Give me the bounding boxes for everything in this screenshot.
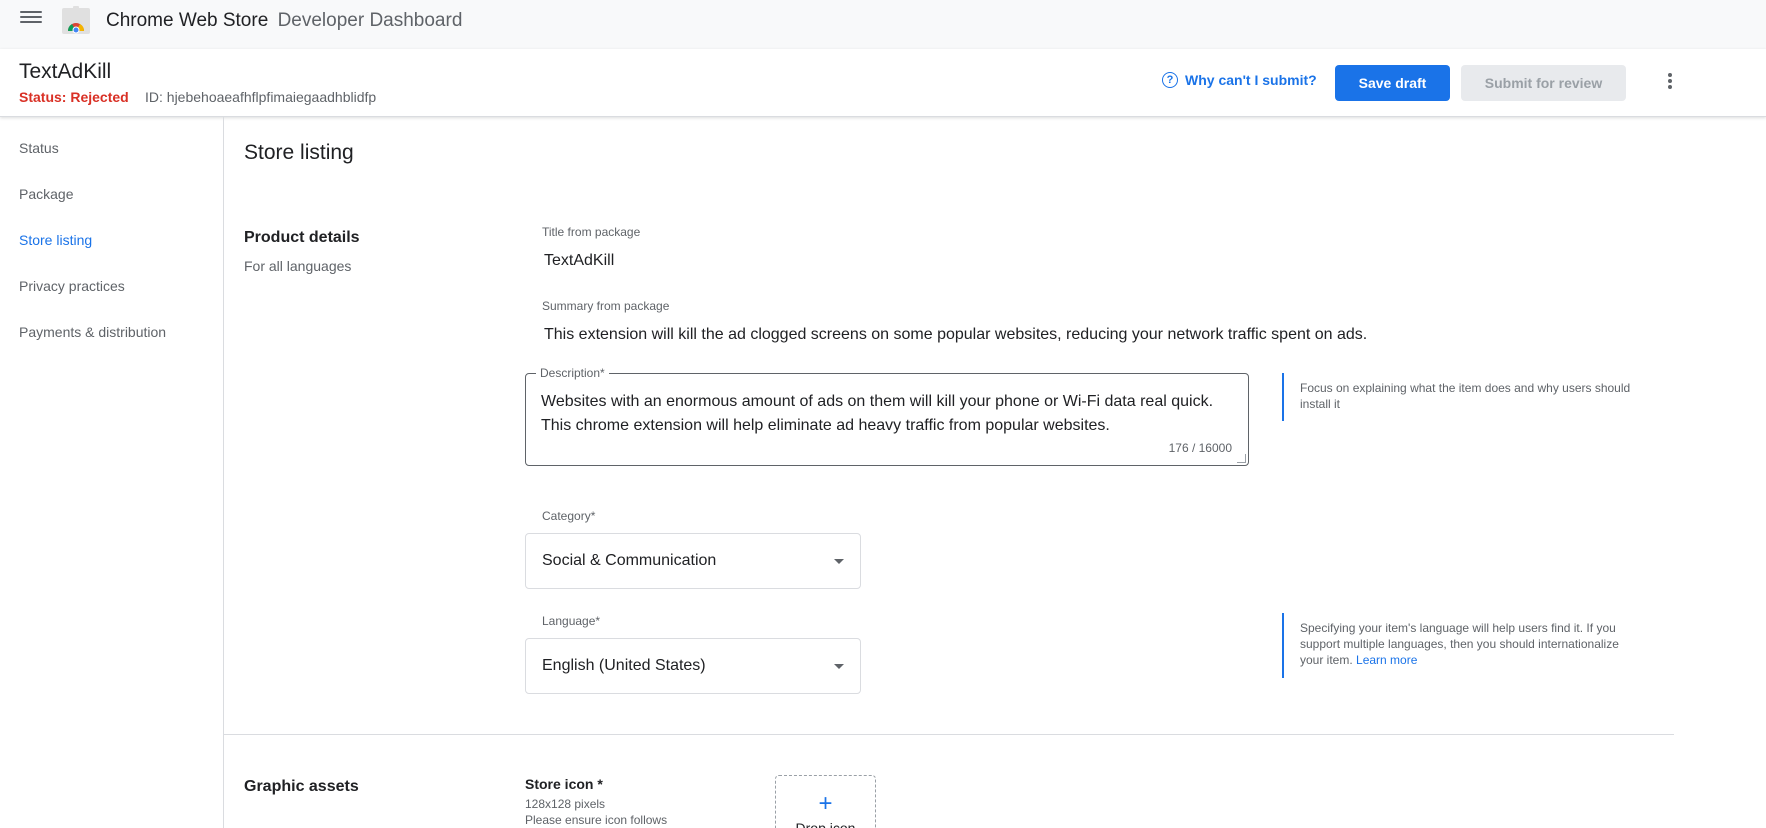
- sidebar-item-privacy-practices[interactable]: Privacy practices: [19, 278, 125, 294]
- product-details-subtitle: For all languages: [244, 258, 352, 274]
- app-title-main: Chrome Web Store: [106, 10, 269, 31]
- language-help-body: Specifying your item's language will hel…: [1300, 621, 1619, 667]
- sidebar-item-store-listing[interactable]: Store listing: [19, 232, 92, 248]
- sidebar-nav: Status Package Store listing Privacy pra…: [0, 117, 224, 828]
- more-vert-icon[interactable]: [1664, 73, 1676, 93]
- learn-more-link[interactable]: Learn more: [1356, 653, 1417, 667]
- sidebar-item-package[interactable]: Package: [19, 186, 73, 202]
- status-badge: Status: Rejected: [19, 89, 129, 105]
- dropdown-arrow-icon: [834, 559, 844, 564]
- description-textarea[interactable]: Description* Websites with an enormous a…: [525, 366, 1249, 466]
- description-help-text: Focus on explaining what the item does a…: [1282, 373, 1644, 421]
- item-name: TextAdKill: [19, 60, 112, 83]
- plus-icon: +: [818, 790, 833, 817]
- drop-icon-label: Drop icon: [795, 820, 856, 828]
- why-cant-i-submit-link[interactable]: ? Why can't I submit?: [1162, 72, 1317, 88]
- item-header: TextAdKill Status: Rejected ID: hjebehoa…: [0, 49, 1766, 117]
- summary-from-package-label: Summary from package: [542, 299, 670, 313]
- store-icon-note: Please ensure icon follows: [525, 813, 668, 827]
- title-from-package-label: Title from package: [542, 225, 641, 239]
- top-app-bar: Chrome Web Store Developer Dashboard: [0, 0, 1766, 49]
- language-label: Language*: [542, 614, 601, 628]
- description-label: Description*: [536, 366, 609, 380]
- product-details-title: Product details: [244, 229, 360, 246]
- category-label: Category*: [542, 509, 596, 523]
- main-content: Store listing Product details For all la…: [224, 117, 1766, 828]
- save-draft-button[interactable]: Save draft: [1335, 65, 1450, 101]
- store-icon-size: 128x128 pixels: [525, 797, 606, 811]
- language-help-text: Specifying your item's language will hel…: [1282, 613, 1644, 678]
- app-title: Chrome Web Store Developer Dashboard: [106, 10, 462, 32]
- help-circle-icon: ?: [1162, 72, 1178, 88]
- category-select-value: Social & Communication: [542, 552, 717, 569]
- description-char-count: 176 / 16000: [1168, 441, 1232, 455]
- item-id: ID: hjebehoaeafhflpfimaiegaadhblidfp: [145, 89, 377, 105]
- resize-handle-icon[interactable]: [1237, 454, 1246, 463]
- page-title: Store listing: [244, 141, 354, 164]
- title-from-package-value: TextAdKill: [544, 252, 615, 269]
- sidebar-item-payments-distribution[interactable]: Payments & distribution: [19, 324, 166, 340]
- summary-from-package-value: This extension will kill the ad clogged …: [544, 326, 1368, 343]
- hamburger-menu-icon[interactable]: [20, 8, 42, 30]
- submit-for-review-button[interactable]: Submit for review: [1461, 65, 1626, 101]
- dropdown-arrow-icon: [834, 664, 844, 669]
- description-text: Websites with an enormous amount of ads …: [541, 393, 1214, 434]
- graphic-assets-title: Graphic assets: [244, 778, 359, 795]
- section-divider: [224, 734, 1674, 735]
- sidebar-item-status[interactable]: Status: [19, 140, 59, 156]
- store-icon-title: Store icon *: [525, 776, 603, 792]
- app-title-sub: Developer Dashboard: [277, 10, 463, 31]
- why-cant-i-submit-label: Why can't I submit?: [1185, 72, 1317, 88]
- category-select[interactable]: Social & Communication: [525, 533, 861, 589]
- chrome-web-store-logo: [62, 6, 90, 34]
- language-select[interactable]: English (United States): [525, 638, 861, 694]
- language-select-value: English (United States): [542, 657, 706, 674]
- drop-icon-zone[interactable]: + Drop icon: [775, 775, 876, 828]
